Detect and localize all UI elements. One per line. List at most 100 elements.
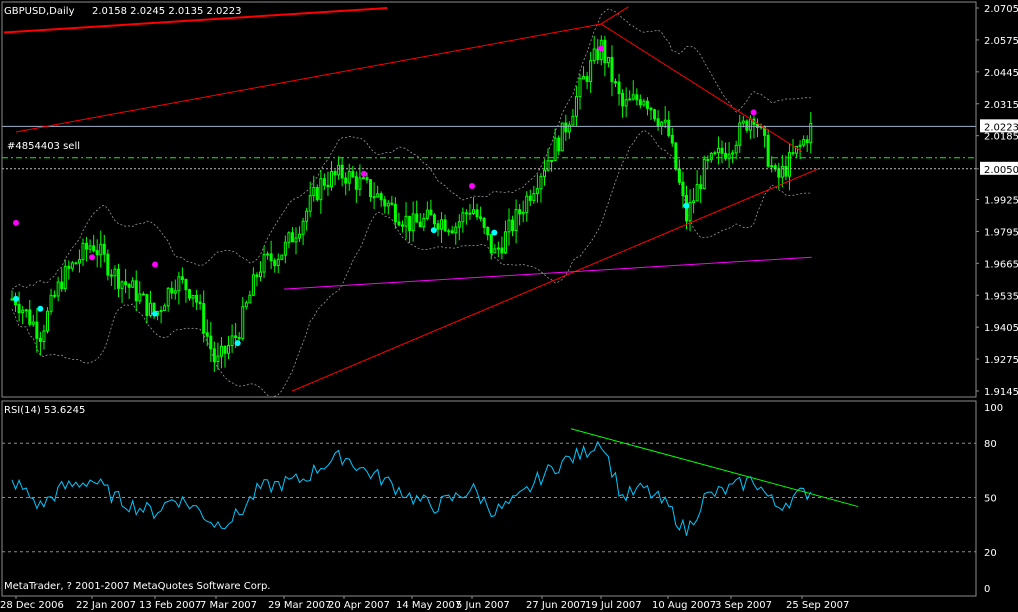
candle-body xyxy=(518,209,522,215)
candle-body xyxy=(344,177,348,184)
candle-body xyxy=(716,147,720,154)
trendline-channel-top-upper xyxy=(600,6,629,25)
candle-body xyxy=(802,139,806,146)
candle-body xyxy=(312,186,316,197)
time-tick-label: 5 Jun 2007 xyxy=(456,600,510,611)
candle-body xyxy=(543,169,546,177)
candle-body xyxy=(617,81,621,95)
candle-body xyxy=(379,193,383,201)
time-tick-label: 3 Sep 2007 xyxy=(715,600,772,611)
candle-body xyxy=(88,245,92,250)
candle-body xyxy=(603,39,607,64)
candle-body xyxy=(535,188,539,195)
candle-body xyxy=(159,310,163,313)
candle-body xyxy=(425,209,429,219)
candle-body xyxy=(731,152,735,155)
trendline-resistance-down xyxy=(600,23,803,153)
candle-body xyxy=(106,253,110,276)
candle-body xyxy=(294,237,298,243)
candle-body xyxy=(628,98,632,101)
candle-body xyxy=(234,335,238,338)
candles-layer xyxy=(10,35,813,372)
candle-body xyxy=(241,306,245,339)
candle-body xyxy=(77,259,81,264)
fractal-up-dot xyxy=(360,170,367,177)
candle-body xyxy=(457,221,461,228)
candle-body xyxy=(227,344,231,354)
candle-body xyxy=(507,219,511,233)
candle-body xyxy=(638,99,642,106)
candle-body xyxy=(411,213,415,232)
candle-body xyxy=(113,268,117,277)
candle-body xyxy=(674,142,678,170)
candle-body xyxy=(450,230,454,234)
rsi-title: RSI(14) 53.6245 xyxy=(4,405,85,416)
candle-body xyxy=(702,158,706,190)
candle-body xyxy=(635,94,639,101)
candle-body xyxy=(550,159,554,162)
candle-body xyxy=(219,345,223,357)
candle-body xyxy=(699,184,703,190)
fractal-down-dot xyxy=(13,295,19,302)
candle-body xyxy=(631,94,635,100)
candle-body xyxy=(53,294,57,297)
candle-body xyxy=(81,242,85,261)
candle-body xyxy=(592,48,596,62)
candle-body xyxy=(166,287,170,307)
price-tick-label: 2.0315 xyxy=(984,100,1018,111)
order-label: #4854403 sell xyxy=(7,141,80,152)
candle-body xyxy=(205,332,209,337)
candle-body xyxy=(397,221,401,226)
candle-body xyxy=(564,122,568,133)
candle-body xyxy=(315,186,319,201)
candle-body xyxy=(195,294,199,303)
rsi-layer xyxy=(11,428,859,536)
candle-body xyxy=(596,48,600,61)
candle-body xyxy=(393,203,397,223)
candle-body xyxy=(741,120,745,124)
fractal-down-dot xyxy=(430,227,437,234)
candle-body xyxy=(780,165,784,178)
candle-body xyxy=(525,195,529,213)
candle-body xyxy=(511,219,515,232)
candle-body xyxy=(415,213,419,223)
candle-body xyxy=(49,294,53,312)
candle-body xyxy=(624,99,628,107)
candle-body xyxy=(720,147,724,154)
candle-body xyxy=(262,254,266,273)
price-tick-label: 1.9795 xyxy=(984,227,1018,238)
candle-body xyxy=(148,302,152,316)
fractal-down-dot xyxy=(491,229,498,236)
candle-body xyxy=(574,96,578,117)
order-price-text: 2.0050 xyxy=(984,165,1018,176)
candle-body xyxy=(582,76,586,80)
candle-body xyxy=(340,164,344,179)
candle-body xyxy=(589,60,593,82)
copyright-text: MetaTrader, ? 2001-2007 MetaQuotes Softw… xyxy=(4,581,270,592)
candle-body xyxy=(216,355,220,363)
time-tick-label: 13 Feb 2007 xyxy=(139,600,201,611)
candle-body xyxy=(645,100,649,109)
candle-body xyxy=(223,345,227,354)
candle-body xyxy=(117,268,120,289)
candle-body xyxy=(493,248,497,254)
candle-body xyxy=(461,212,465,223)
candle-body xyxy=(649,107,653,111)
candle-body xyxy=(642,100,646,106)
candle-body xyxy=(46,310,49,332)
chart-ohlc: 2.0158 2.0245 2.0135 2.0223 xyxy=(92,6,242,17)
candle-body xyxy=(283,241,287,256)
current-price-text: 2.0223 xyxy=(984,122,1018,133)
candle-body xyxy=(486,226,490,236)
candle-body xyxy=(784,165,788,177)
price-tick-label: 1.9145 xyxy=(984,387,1018,398)
candle-body xyxy=(287,232,291,243)
candle-body xyxy=(503,231,507,254)
candle-body xyxy=(472,209,475,215)
candle-body xyxy=(606,56,610,64)
candle-body xyxy=(663,119,667,123)
time-tick-label: 29 Mar 2007 xyxy=(268,600,331,611)
candle-body xyxy=(706,158,710,161)
price-tick-label: 2.0445 xyxy=(984,68,1018,79)
rsi-tick-label: 80 xyxy=(984,439,997,450)
